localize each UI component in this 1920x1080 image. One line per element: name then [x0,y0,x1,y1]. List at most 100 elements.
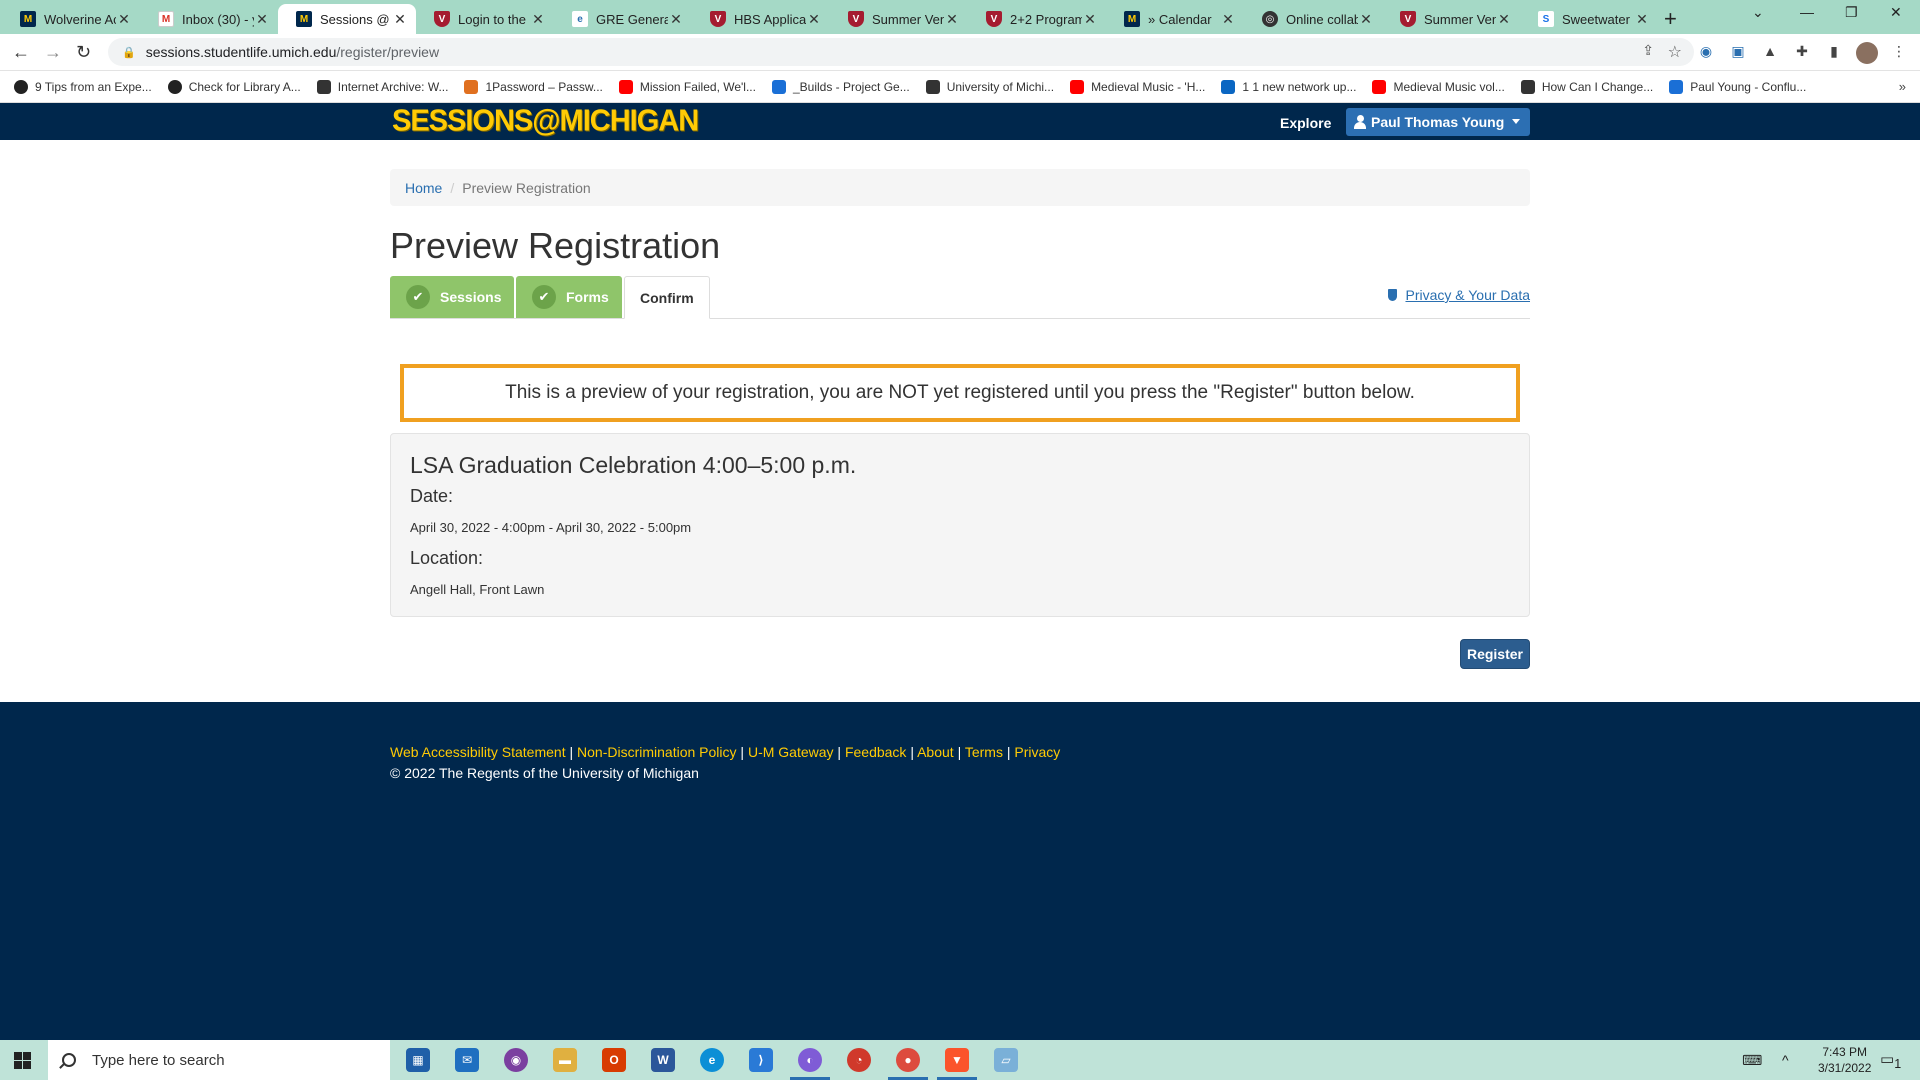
bookmark-item[interactable]: University of Michi... [925,79,1054,94]
browser-tab[interactable]: M Inbox (30) - y ✕ [140,4,278,34]
bookmark-item[interactable]: Paul Young - Conflu... [1669,79,1806,94]
step-confirm[interactable]: Confirm [624,276,710,319]
bookmark-item[interactable]: Medieval Music - 'H... [1070,79,1205,94]
chrome-icon[interactable]: ● [888,1048,928,1080]
close-window-icon[interactable]: ✕ [1890,4,1902,21]
file-explorer-icon[interactable]: ▬ [553,1048,577,1072]
bookmark-item[interactable]: Mission Failed, We'l... [618,79,756,94]
side-panel-icon[interactable]: ▮ [1825,43,1843,61]
brave-icon[interactable]: ▼ [937,1048,977,1080]
tab-title: Summer Vent [1424,11,1496,27]
discord-icon[interactable]: ◐ [790,1048,830,1080]
bookmark-item[interactable]: 9 Tips from an Expe... [14,79,152,94]
close-tab-icon[interactable]: ✕ [1220,11,1236,28]
word-icon[interactable]: W [651,1048,675,1072]
checkmark-icon: ✔ [406,285,430,309]
footer-link-non-discrimination[interactable]: Non-Discrimination Policy [577,744,737,760]
session-card: LSA Graduation Celebration 4:00–5:00 p.m… [390,433,1530,617]
bookmark-item[interactable]: _Builds - Project Ge... [771,79,910,94]
bookmark-star-icon[interactable]: ☆ [1668,42,1682,62]
notification-icon[interactable]: ▭1 [1880,1050,1901,1071]
vscode-icon[interactable]: ⟩ [749,1048,773,1072]
registration-steps: ✔ Sessions ✔ Forms Confirm Privacy & You… [390,276,1530,319]
breadcrumb-home-link[interactable]: Home [405,180,442,196]
shield-icon [1388,289,1398,301]
footer-link-feedback[interactable]: Feedback [845,744,906,760]
chrome-menu-icon[interactable]: ⋮ [1890,43,1908,61]
browser-tab[interactable]: e GRE General ✕ [554,4,692,34]
bookmark-item[interactable]: Check for Library A... [167,79,301,94]
minimize-icon[interactable]: — [1800,4,1814,20]
browser-tab[interactable]: M Wolverine Ac ✕ [2,4,140,34]
close-tab-icon[interactable]: ✕ [392,11,408,28]
mail-app-icon[interactable]: ✉ [455,1048,479,1072]
puzzle-extensions-icon[interactable]: ✚ [1793,43,1811,61]
taskbar-search-input[interactable]: Type here to search [48,1040,390,1080]
bookmark-item[interactable]: 1Password – Passw... [464,79,603,94]
date-label: Date: [410,486,454,506]
bookmark-item[interactable]: Internet Archive: W... [316,79,448,94]
keyboard-icon[interactable]: ⌨ [1742,1052,1762,1069]
edge-icon[interactable]: e [700,1048,724,1072]
browser-tab[interactable]: V 2+2 Program ✕ [968,4,1106,34]
footer-link-about[interactable]: About [917,744,954,760]
tab-search-chevron-icon[interactable]: ⌄ [1752,4,1764,21]
clock-date: 3/31/2022 [1818,1061,1872,1075]
bookmark-item[interactable]: How Can I Change... [1520,79,1653,94]
browser-tab[interactable]: V Login to the ✕ [416,4,554,34]
footer-link-privacy[interactable]: Privacy [1014,744,1060,760]
close-tab-icon[interactable]: ✕ [1496,11,1512,28]
app-icon[interactable]: ▱ [994,1048,1018,1072]
share-icon[interactable]: ⇪ [1642,42,1654,59]
profile-avatar-icon[interactable] [1856,42,1878,64]
close-tab-icon[interactable]: ✕ [530,11,546,28]
close-tab-icon[interactable]: ✕ [254,11,270,28]
address-bar[interactable]: 🔒 sessions.studentlife.umich.edu/registe… [108,38,1694,66]
close-tab-icon[interactable]: ✕ [1358,11,1374,28]
forward-arrow-icon[interactable]: → [44,42,62,63]
close-tab-icon[interactable]: ✕ [668,11,684,28]
browser-tab[interactable]: M » Calendar ✕ [1106,4,1244,34]
browser-tab[interactable]: V HBS Applicati ✕ [692,4,830,34]
reload-icon[interactable]: ↻ [76,42,91,63]
close-tab-icon[interactable]: ✕ [944,11,960,28]
extension-icon[interactable]: ▣ [1729,43,1747,61]
browser-tab-active[interactable]: M Sessions @ M ✕ [278,4,416,34]
back-arrow-icon[interactable]: ← [12,42,30,63]
step-sessions[interactable]: ✔ Sessions [390,276,514,318]
extension-icon[interactable]: ◉ [1697,43,1715,61]
close-tab-icon[interactable]: ✕ [1634,11,1650,28]
checkmark-icon: ✔ [532,285,556,309]
app-icon[interactable]: ◔ [847,1048,871,1072]
tray-chevron-up-icon[interactable]: ^ [1782,1052,1789,1068]
restore-icon[interactable]: ❐ [1845,4,1858,21]
app-icon[interactable]: ◉ [504,1048,528,1072]
windows-start-icon[interactable] [14,1052,31,1069]
bookmarks-overflow-icon[interactable]: » [1899,79,1906,94]
bookmark-item[interactable]: Medieval Music vol... [1372,79,1505,94]
bookmark-item[interactable]: 1 1 new network up... [1221,79,1356,94]
browser-tab[interactable]: ◎ Online collab ✕ [1244,4,1382,34]
close-tab-icon[interactable]: ✕ [116,11,132,28]
browser-tab[interactable]: V Summer Vent ✕ [830,4,968,34]
user-menu-button[interactable]: Paul Thomas Young [1346,108,1530,136]
footer-link-accessibility[interactable]: Web Accessibility Statement [390,744,566,760]
close-tab-icon[interactable]: ✕ [806,11,822,28]
new-tab-plus-icon[interactable]: + [1664,6,1677,32]
footer-link-terms[interactable]: Terms [965,744,1003,760]
browser-tab[interactable]: S Sweetwater ✕ [1520,4,1658,34]
calculator-app-icon[interactable]: ▦ [406,1048,430,1072]
step-forms[interactable]: ✔ Forms [516,276,622,318]
explore-link[interactable]: Explore [1280,115,1331,131]
extension-icon[interactable]: ▲ [1761,43,1779,61]
bookmark-favicon-icon [14,79,28,94]
close-tab-icon[interactable]: ✕ [1082,11,1098,28]
browser-tab[interactable]: V Summer Vent ✕ [1382,4,1520,34]
linkedin-icon [1221,79,1236,94]
system-clock[interactable]: 7:43 PM 3/31/2022 [1818,1044,1871,1076]
office-icon[interactable]: O [602,1048,626,1072]
register-button[interactable]: Register [1459,639,1530,669]
footer-link-gateway[interactable]: U-M Gateway [748,744,834,760]
privacy-your-data-link[interactable]: Privacy & Your Data [1388,287,1530,303]
sessions-michigan-logo[interactable]: SESSIONS@MICHIGAN [392,104,699,139]
